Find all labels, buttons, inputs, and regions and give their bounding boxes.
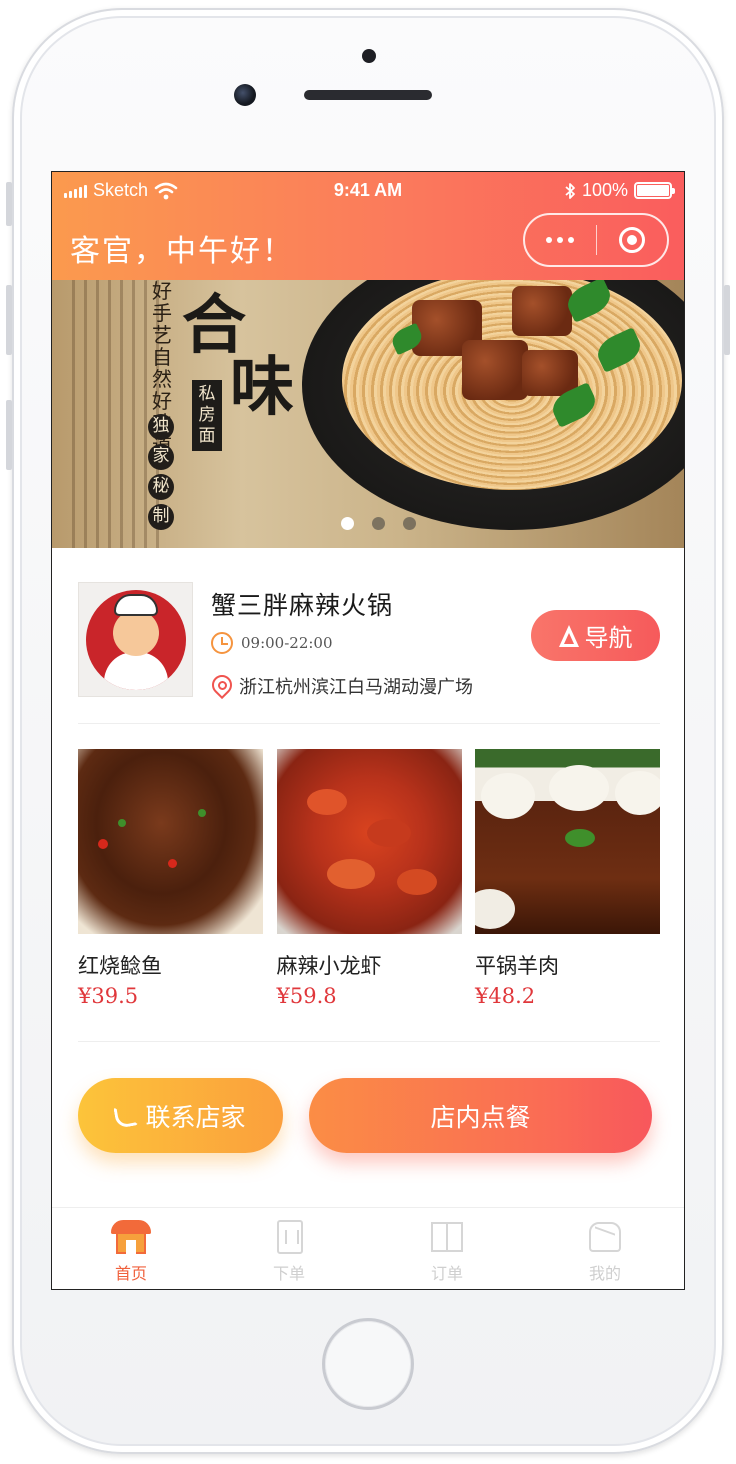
phone-power-button bbox=[724, 285, 730, 355]
phone-earpiece bbox=[304, 90, 432, 100]
dish-price: ¥48.2 bbox=[475, 984, 536, 1008]
dine-in-order-label: 店内点餐 bbox=[430, 1102, 531, 1132]
app-screen: Sketch 9:41 AM 100% 客官，中午好！ 好 手 艺 自 然 好 … bbox=[51, 171, 685, 1290]
contact-shop-label: 联系店家 bbox=[145, 1102, 246, 1132]
profile-icon bbox=[585, 1220, 625, 1256]
shop-hours: 09:00-22:00 bbox=[211, 632, 333, 654]
tab-orders[interactable]: 订单 bbox=[368, 1208, 526, 1289]
banner-title: 合 味 bbox=[182, 290, 294, 424]
tab-home[interactable]: 首页 bbox=[52, 1208, 210, 1289]
miniprogram-capsule bbox=[523, 213, 669, 267]
more-menu-button[interactable] bbox=[525, 237, 596, 243]
carousel-dot[interactable] bbox=[402, 517, 416, 530]
banner-beef-piece bbox=[462, 340, 528, 400]
dish-price: ¥59.8 bbox=[276, 984, 337, 1008]
status-right: 100% bbox=[564, 180, 675, 201]
shop-address[interactable]: 浙江杭州滨江白马湖动漫广场 bbox=[211, 673, 473, 699]
tab-label: 订单 bbox=[430, 1264, 463, 1283]
bluetooth-icon bbox=[565, 182, 575, 199]
banner-beef-piece bbox=[512, 286, 572, 336]
dish-card[interactable]: 麻辣小龙虾 ¥59.8 bbox=[276, 749, 462, 1008]
banner-seal-char: 秘 bbox=[148, 474, 174, 500]
contact-shop-button[interactable]: 联系店家 bbox=[78, 1078, 283, 1153]
shop-logo bbox=[78, 582, 193, 697]
shop-info-card: 蟹三胖麻辣火锅 09:00-22:00 浙江杭州滨江白马湖动漫广场 导航 bbox=[52, 548, 684, 724]
phone-sensor bbox=[362, 49, 376, 63]
navigate-button-label: 导航 bbox=[584, 624, 633, 652]
banner-seal-char: 家 bbox=[148, 444, 174, 470]
app-header: Sketch 9:41 AM 100% 客官，中午好！ bbox=[52, 172, 684, 280]
banner-subtitle: 私房面 bbox=[192, 380, 222, 451]
promo-banner[interactable]: 好手艺自然好味道 合 味 私房面 独 家 秘 制 bbox=[52, 280, 684, 548]
banner-seal-column: 独 家 秘 制 bbox=[148, 414, 176, 534]
document-icon bbox=[269, 1220, 309, 1256]
tab-label: 首页 bbox=[114, 1264, 147, 1283]
dish-card[interactable]: 平锅羊肉 ¥48.2 bbox=[475, 749, 660, 1008]
location-pin-icon bbox=[211, 675, 231, 697]
phone-silent-switch bbox=[6, 182, 12, 226]
tab-label: 下单 bbox=[272, 1264, 305, 1283]
navigation-arrow-icon bbox=[558, 624, 579, 647]
banner-seal-char: 独 bbox=[148, 414, 174, 440]
dish-card[interactable]: 红烧鲶鱼 ¥39.5 bbox=[78, 749, 263, 1008]
dish-name: 红烧鲶鱼 bbox=[78, 954, 162, 978]
tab-mine[interactable]: 我的 bbox=[526, 1208, 684, 1289]
shop-name: 蟹三胖麻辣火锅 bbox=[211, 591, 394, 620]
shop-hours-text: 09:00-22:00 bbox=[241, 634, 333, 652]
carousel-dot[interactable] bbox=[371, 517, 385, 530]
featured-dishes: 红烧鲶鱼 ¥39.5 麻辣小龙虾 ¥59.8 平锅羊肉 ¥48.2 bbox=[78, 749, 660, 1008]
shop-address-text: 浙江杭州滨江白马湖动漫广场 bbox=[239, 677, 473, 698]
greeting-title: 客官，中午好！ bbox=[70, 234, 294, 269]
battery-percent: 100% bbox=[581, 180, 628, 200]
book-icon bbox=[427, 1220, 467, 1256]
bottom-tab-bar: 首页 下单 订单 我的 bbox=[52, 1207, 684, 1289]
phone-front-camera bbox=[234, 84, 256, 106]
close-miniprogram-button[interactable] bbox=[597, 227, 668, 253]
phone-home-button[interactable] bbox=[322, 1318, 414, 1410]
dish-price: ¥39.5 bbox=[78, 984, 139, 1008]
navigate-button[interactable]: 导航 bbox=[531, 610, 660, 661]
target-icon bbox=[618, 227, 645, 253]
status-bar: Sketch 9:41 AM 100% bbox=[52, 172, 684, 212]
home-icon bbox=[111, 1220, 151, 1256]
dish-image-pan-lamb[interactable] bbox=[475, 749, 660, 934]
phone-icon bbox=[113, 1102, 140, 1129]
banner-title-char-wei: 味 bbox=[230, 350, 294, 425]
battery-icon bbox=[634, 182, 675, 199]
dish-name: 麻辣小龙虾 bbox=[276, 954, 382, 978]
tab-label: 我的 bbox=[588, 1264, 621, 1283]
phone-volume-up bbox=[6, 285, 12, 355]
phone-volume-down bbox=[6, 400, 12, 470]
clock-icon bbox=[211, 632, 233, 654]
chef-mascot-icon bbox=[85, 589, 186, 690]
section-divider bbox=[78, 1041, 660, 1042]
dish-name: 平锅羊肉 bbox=[475, 954, 559, 978]
section-divider bbox=[78, 723, 660, 724]
dish-image-braised-catfish[interactable] bbox=[78, 749, 263, 934]
dine-in-order-button[interactable]: 店内点餐 bbox=[309, 1078, 652, 1153]
carousel-indicator bbox=[52, 517, 684, 530]
carousel-dot-active[interactable] bbox=[340, 517, 354, 530]
tab-place-order[interactable]: 下单 bbox=[210, 1208, 368, 1289]
dish-image-spicy-crayfish[interactable] bbox=[276, 749, 462, 934]
action-buttons: 联系店家 店内点餐 bbox=[78, 1078, 652, 1154]
